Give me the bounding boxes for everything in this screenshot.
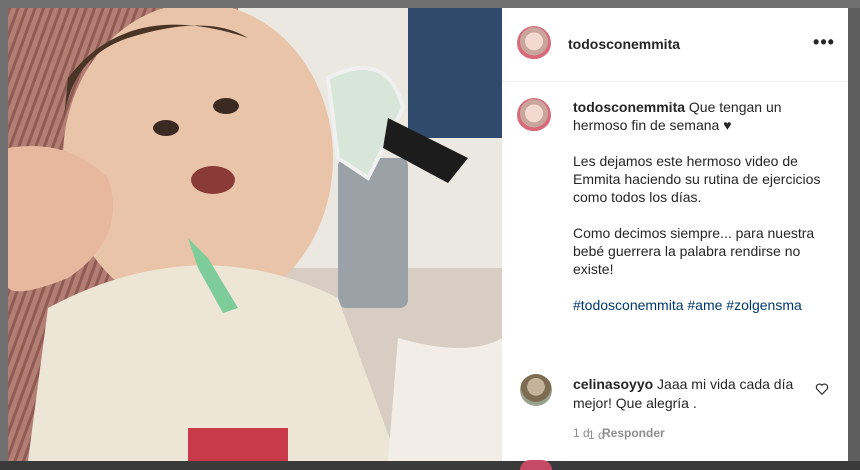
caption-username[interactable]: todosconemmita (573, 99, 685, 115)
comment-avatar[interactable] (520, 374, 552, 406)
next-comment-avatar[interactable] (520, 460, 552, 470)
profile-avatar[interactable] (517, 26, 551, 60)
video-frame-illustration (8, 8, 502, 461)
more-horizontal-icon[interactable]: ••• (812, 32, 836, 52)
reply-button[interactable]: Responder (602, 426, 665, 440)
heart-icon[interactable] (815, 382, 829, 396)
post-header: todosconemmita ••• (502, 8, 848, 82)
comment-text: celinasoyyo Jaaa mi vida cada día mejor!… (573, 375, 803, 413)
caption-text: todosconemmita Que tengan un hermoso fin… (573, 98, 835, 332)
caption-line-3: Como decimos siempre... para nuestra beb… (573, 225, 815, 277)
caption-avatar[interactable] (517, 98, 551, 132)
post-sidebar: todosconemmita ••• todosconemmita Que te… (502, 8, 848, 470)
caption-line-2: Les dejamos este hermoso video de Emmita… (573, 153, 821, 205)
header-username[interactable]: todosconemmita (568, 36, 680, 52)
comment-username[interactable]: celinasoyyo (573, 376, 653, 392)
comment-time[interactable]: 1 d (573, 426, 590, 440)
background-edge (848, 8, 860, 461)
post-video[interactable] (8, 8, 502, 461)
caption-hashtags[interactable]: #todosconemmita #ame #zolgensma (573, 296, 835, 314)
